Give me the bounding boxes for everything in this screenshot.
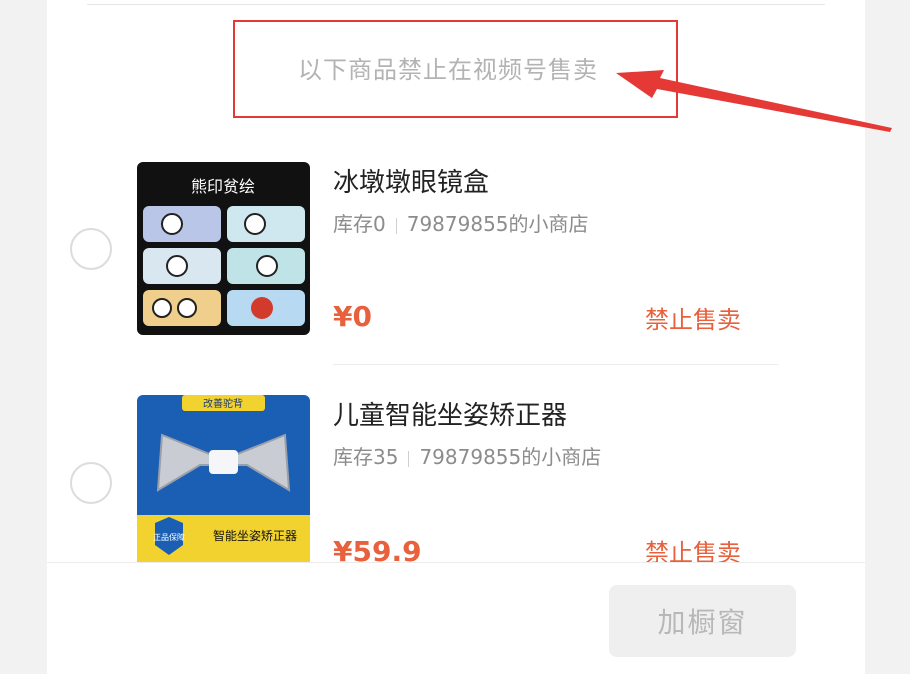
product-price: ¥0 [333, 300, 372, 333]
shop-name: 79879855的小商店 [406, 212, 589, 236]
restriction-notice: 以下商品禁止在视频号售卖 [298, 56, 598, 84]
add-to-showcase-button[interactable]: 加橱窗 [609, 585, 796, 657]
image-top-tag: 改善驼背 [203, 397, 243, 410]
select-radio[interactable] [70, 462, 112, 504]
stock-count: 库存35 [333, 445, 399, 469]
select-radio[interactable] [70, 228, 112, 270]
meta-separator [395, 217, 397, 234]
shop-name: 79879855的小商店 [419, 445, 602, 469]
image-caption: 熊印贫绘 [191, 177, 255, 196]
product-title[interactable]: 儿童智能坐姿矫正器 [333, 395, 567, 432]
meta-separator [408, 450, 410, 467]
product-meta: 库存35 79879855的小商店 [333, 441, 601, 470]
image-badge: 正品保障 [153, 532, 185, 542]
stock-count: 库存0 [333, 212, 386, 236]
image-caption: 智能坐姿矫正器 [213, 528, 297, 543]
divider [87, 4, 825, 5]
status-badge: 禁止售卖 [645, 306, 741, 334]
product-image[interactable]: 熊印贫绘 [137, 162, 310, 335]
product-meta: 库存0 79879855的小商店 [333, 208, 589, 237]
product-title[interactable]: 冰墩墩眼镜盒 [333, 162, 489, 199]
divider [333, 364, 778, 365]
product-image[interactable]: 改善驼背 正品保障 智能坐姿矫正器 [137, 395, 310, 568]
